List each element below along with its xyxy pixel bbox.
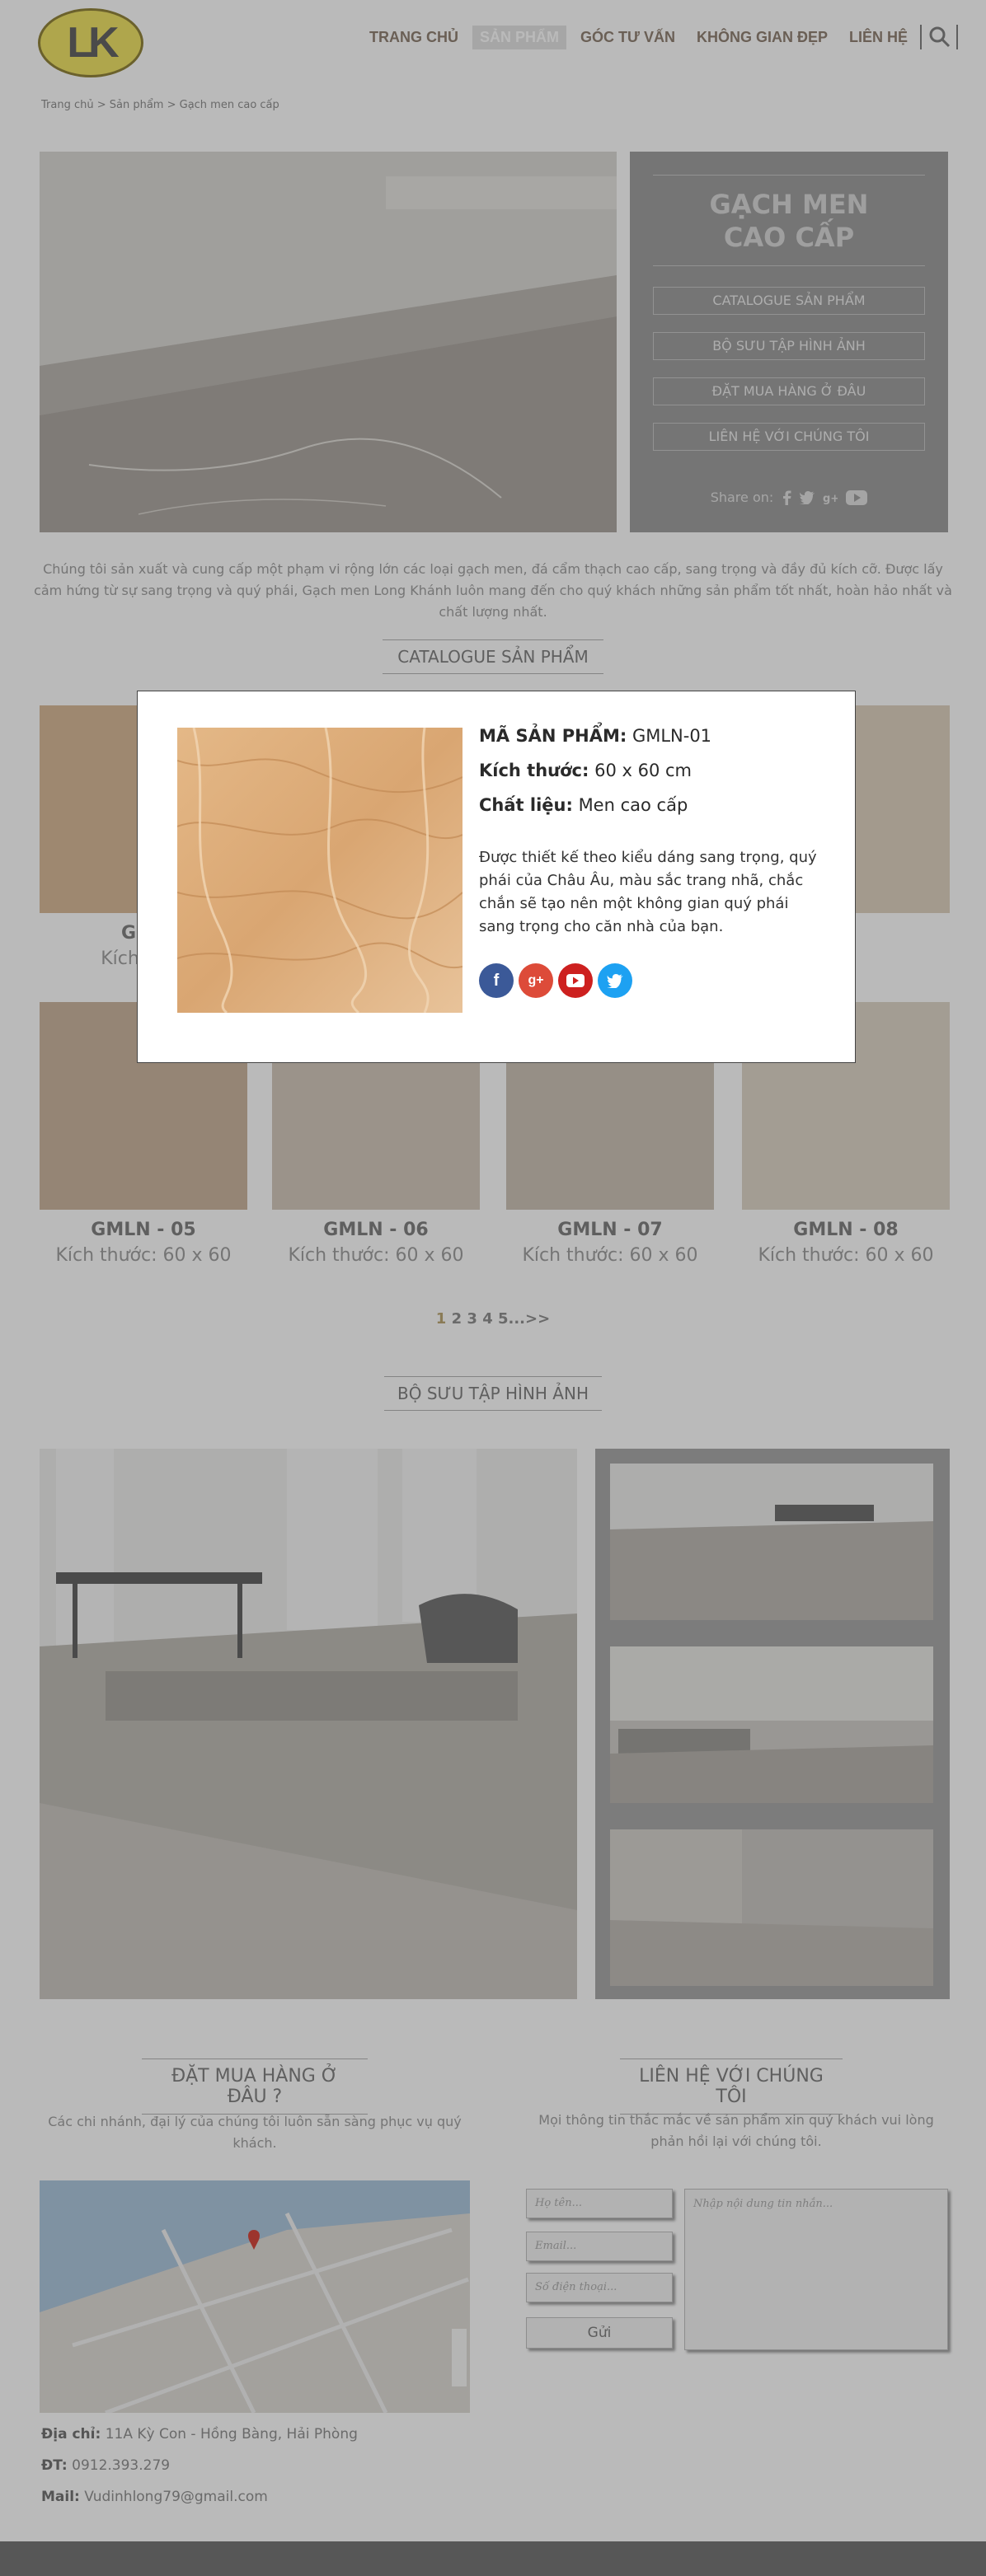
twitter-icon[interactable] (598, 963, 632, 998)
facebook-icon[interactable]: f (479, 963, 514, 998)
google-plus-icon[interactable]: g+ (519, 963, 553, 998)
product-modal: MÃ SẢN PHẨM: GMLN-01 Kích thước: 60 x 60… (137, 691, 856, 1063)
product-description: Được thiết kế theo kiểu dáng sang trọng,… (479, 849, 817, 935)
product-size-row: Kích thước: 60 x 60 cm (479, 761, 692, 780)
modal-social-links: f g+ (479, 963, 825, 998)
modal-backdrop[interactable] (0, 0, 986, 2576)
product-details: MÃ SẢN PHẨM: GMLN-01 Kích thước: 60 x 60… (479, 724, 825, 998)
product-tile-image (177, 728, 462, 1013)
product-material-row: Chất liệu: Men cao cấp (479, 795, 688, 815)
product-code-row: MÃ SẢN PHẨM: GMLN-01 (479, 726, 712, 746)
youtube-icon[interactable] (558, 963, 593, 998)
